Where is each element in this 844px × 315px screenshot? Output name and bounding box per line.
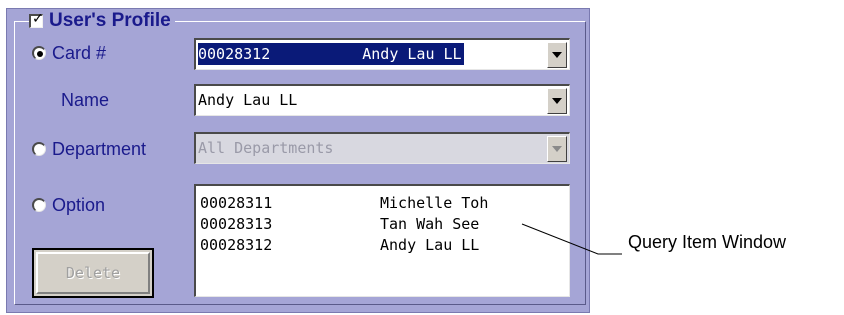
- department-option[interactable]: Department: [32, 136, 146, 162]
- delete-button-face: Delete: [36, 252, 150, 294]
- radio-selected-dot: [37, 51, 43, 57]
- list-item[interactable]: 00028312 Andy Lau LL: [196, 234, 569, 255]
- delete-button[interactable]: Delete: [32, 248, 154, 298]
- group-title-label: User's Profile: [49, 10, 171, 31]
- name-combobox[interactable]: Andy Lau LL: [194, 84, 570, 116]
- card-number-selected-value: 00028312 Andy Lau LL: [198, 43, 464, 65]
- chevron-down-icon: [552, 98, 562, 104]
- list-item-name: Andy Lau LL: [380, 235, 480, 254]
- department-dropdown-button: [547, 136, 567, 162]
- card-number-dropdown-button[interactable]: [547, 42, 567, 68]
- list-item-name: Tan Wah See: [380, 214, 480, 233]
- option-radio[interactable]: [32, 198, 46, 212]
- department-label: Department: [52, 138, 147, 159]
- users-profile-checkbox[interactable]: ✓: [29, 11, 44, 28]
- option-label: Option: [52, 194, 106, 215]
- option-option[interactable]: Option: [32, 192, 105, 218]
- name-value: Andy Lau LL: [198, 91, 298, 109]
- card-number-radio[interactable]: [32, 46, 46, 60]
- name-dropdown-button[interactable]: [547, 88, 567, 114]
- query-item-window-callout-label: Query Item Window: [628, 232, 787, 252]
- department-combobox: All Departments: [194, 132, 570, 164]
- list-item-id: 00028312: [200, 235, 273, 254]
- users-profile-group-title[interactable]: ✓ User's Profile: [29, 10, 175, 32]
- department-radio[interactable]: [32, 142, 46, 156]
- chevron-down-icon: [552, 52, 562, 58]
- card-number-name: Andy Lau LL: [362, 45, 462, 63]
- card-number-combobox[interactable]: 00028312 Andy Lau LL: [194, 38, 570, 70]
- card-number-label: Card #: [52, 42, 107, 63]
- name-label: Name: [61, 89, 110, 110]
- card-number-id: 00028312: [198, 45, 271, 63]
- check-icon: ✓: [32, 11, 44, 27]
- card-number-option[interactable]: Card #: [32, 40, 106, 66]
- chevron-down-icon: [552, 146, 562, 152]
- query-item-window[interactable]: 00028311 Michelle Toh 00028313 Tan Wah S…: [194, 184, 570, 297]
- name-row: Name: [61, 87, 109, 113]
- department-value: All Departments: [198, 139, 334, 157]
- list-item[interactable]: 00028313 Tan Wah See: [196, 213, 569, 234]
- list-item[interactable]: 00028311 Michelle Toh: [196, 192, 569, 213]
- list-item-id: 00028313: [200, 214, 273, 233]
- list-item-id: 00028311: [200, 193, 273, 212]
- list-item-name: Michelle Toh: [380, 193, 489, 212]
